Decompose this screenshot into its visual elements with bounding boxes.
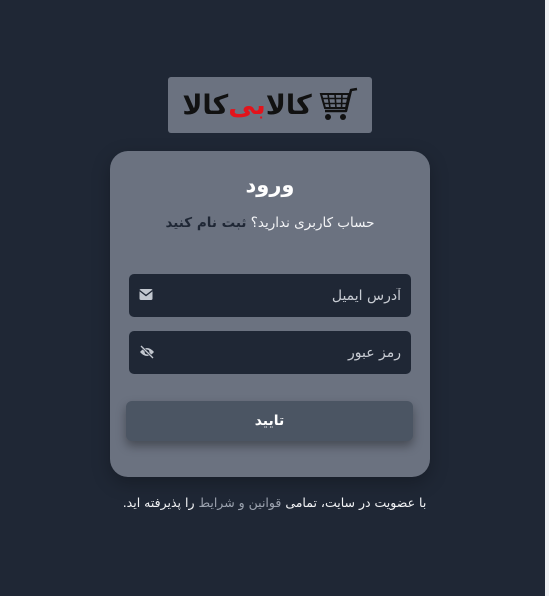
- logo-wordmark: کالا بی کالا: [182, 89, 313, 121]
- eye-slash-icon[interactable]: [139, 345, 155, 359]
- site-logo[interactable]: کالا بی کالا: [168, 77, 372, 133]
- logo-text-end: کالا: [182, 89, 229, 121]
- shopping-cart-icon: [319, 87, 357, 120]
- logo-text-start: کالا: [265, 89, 313, 121]
- logo-text-middle: بی: [228, 89, 266, 121]
- signup-question: حساب کاربری ندارید؟: [250, 215, 375, 231]
- terms-suffix: را پذیرفته اید.: [122, 495, 195, 510]
- terms-link[interactable]: قوانین و شرایط: [198, 495, 281, 510]
- envelope-icon: [139, 289, 153, 300]
- email-input[interactable]: [129, 274, 411, 317]
- signup-prompt: حساب کاربری ندارید؟ ثبت نام کنید: [110, 215, 430, 231]
- submit-button[interactable]: تایید: [126, 401, 413, 441]
- login-card: ورود حساب کاربری ندارید؟ ثبت نام کنید تا…: [110, 151, 430, 477]
- terms-prefix: با عضویت در سایت، تمامی: [285, 495, 427, 510]
- email-field[interactable]: [129, 274, 411, 317]
- signup-link[interactable]: ثبت نام کنید: [165, 215, 246, 231]
- login-title: ورود: [245, 173, 295, 197]
- password-field[interactable]: [129, 331, 411, 374]
- password-input[interactable]: [129, 331, 411, 374]
- terms-notice: با عضویت در سایت، تمامی قوانین و شرایط ر…: [0, 495, 549, 510]
